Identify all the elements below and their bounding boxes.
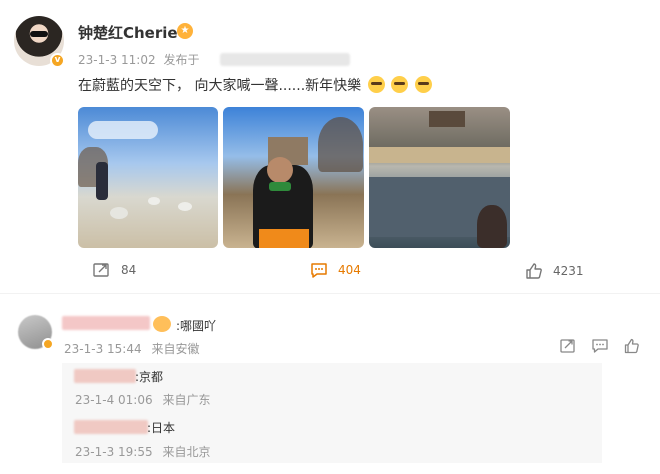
reply-meta: 23-1-4 01:06 来自广东 [75,391,210,408]
repost-icon [93,263,109,277]
stone [148,197,160,205]
reply-location: 来自广东 [162,393,211,407]
post-text-body: 在蔚藍的天空下， 向大家喊一聲......新年快樂 [78,78,362,94]
reply-time: 23-1-3 19:55 [75,445,153,459]
comment-location: 来自安徽 [151,342,200,356]
post-text: 在蔚藍的天空下， 向大家喊一聲......新年快樂 [78,75,432,95]
reply-text: :京都 [135,370,164,384]
emoji-icon [367,76,385,93]
crown-icon: ★ [177,23,193,39]
photo-1[interactable] [78,107,218,248]
riverbank [369,147,510,163]
reply-location: 来自北京 [162,445,211,459]
post-time[interactable]: 23-1-3 11:02 [78,53,156,67]
orange-skirt [259,229,309,248]
comment-count: 404 [338,263,361,277]
share-icon[interactable] [560,338,576,354]
reply-icon[interactable] [592,338,608,354]
fan-badge-icon [153,316,171,332]
avatar-glasses [30,31,48,37]
post-meta: 23-1-3 11:02 发布于 [78,51,199,68]
emoji-icon [414,76,432,93]
comment-text: :哪國吖 [176,319,217,333]
thumbs-up-icon [526,263,542,279]
reply-time: 23-1-4 01:06 [75,393,153,407]
username[interactable]: 钟楚红Cherie [78,22,178,43]
reply-text: :日本 [147,421,176,435]
comment-icon [311,263,327,278]
repost-button[interactable]: 84 [93,262,136,278]
verified-badge-icon: v [50,53,65,68]
stone [178,202,192,211]
thumbs-up-icon[interactable] [624,338,640,354]
verified-badge-icon [42,338,54,350]
repost-count: 84 [121,263,137,277]
stone [110,207,128,219]
person-figure [477,205,507,248]
reply-meta: 23-1-3 19:55 来自北京 [75,443,210,460]
photo-2[interactable] [223,107,364,248]
photo-3[interactable] [369,107,510,248]
like-count: 4231 [553,264,584,278]
scarf [269,182,291,191]
reply-author-redacted[interactable] [74,420,148,434]
reply-author-redacted[interactable] [74,369,136,383]
divider [0,293,660,294]
redacted-source [220,53,350,66]
person-face [267,157,293,183]
post-source-prefix: 发布于 [163,53,200,67]
comment-meta: 23-1-3 15:44 来自安徽 [64,340,199,357]
house-shape [429,111,465,127]
comment-time: 23-1-3 15:44 [64,342,142,356]
person-figure [96,162,108,200]
tree-shape [318,117,363,172]
comment-button[interactable]: 404 [310,262,361,278]
comment-tools [560,338,640,354]
like-button[interactable]: 4231 [525,262,584,280]
emoji-icon [391,76,409,93]
cloud-shape [88,121,158,139]
commenter-name-redacted[interactable] [62,316,150,330]
